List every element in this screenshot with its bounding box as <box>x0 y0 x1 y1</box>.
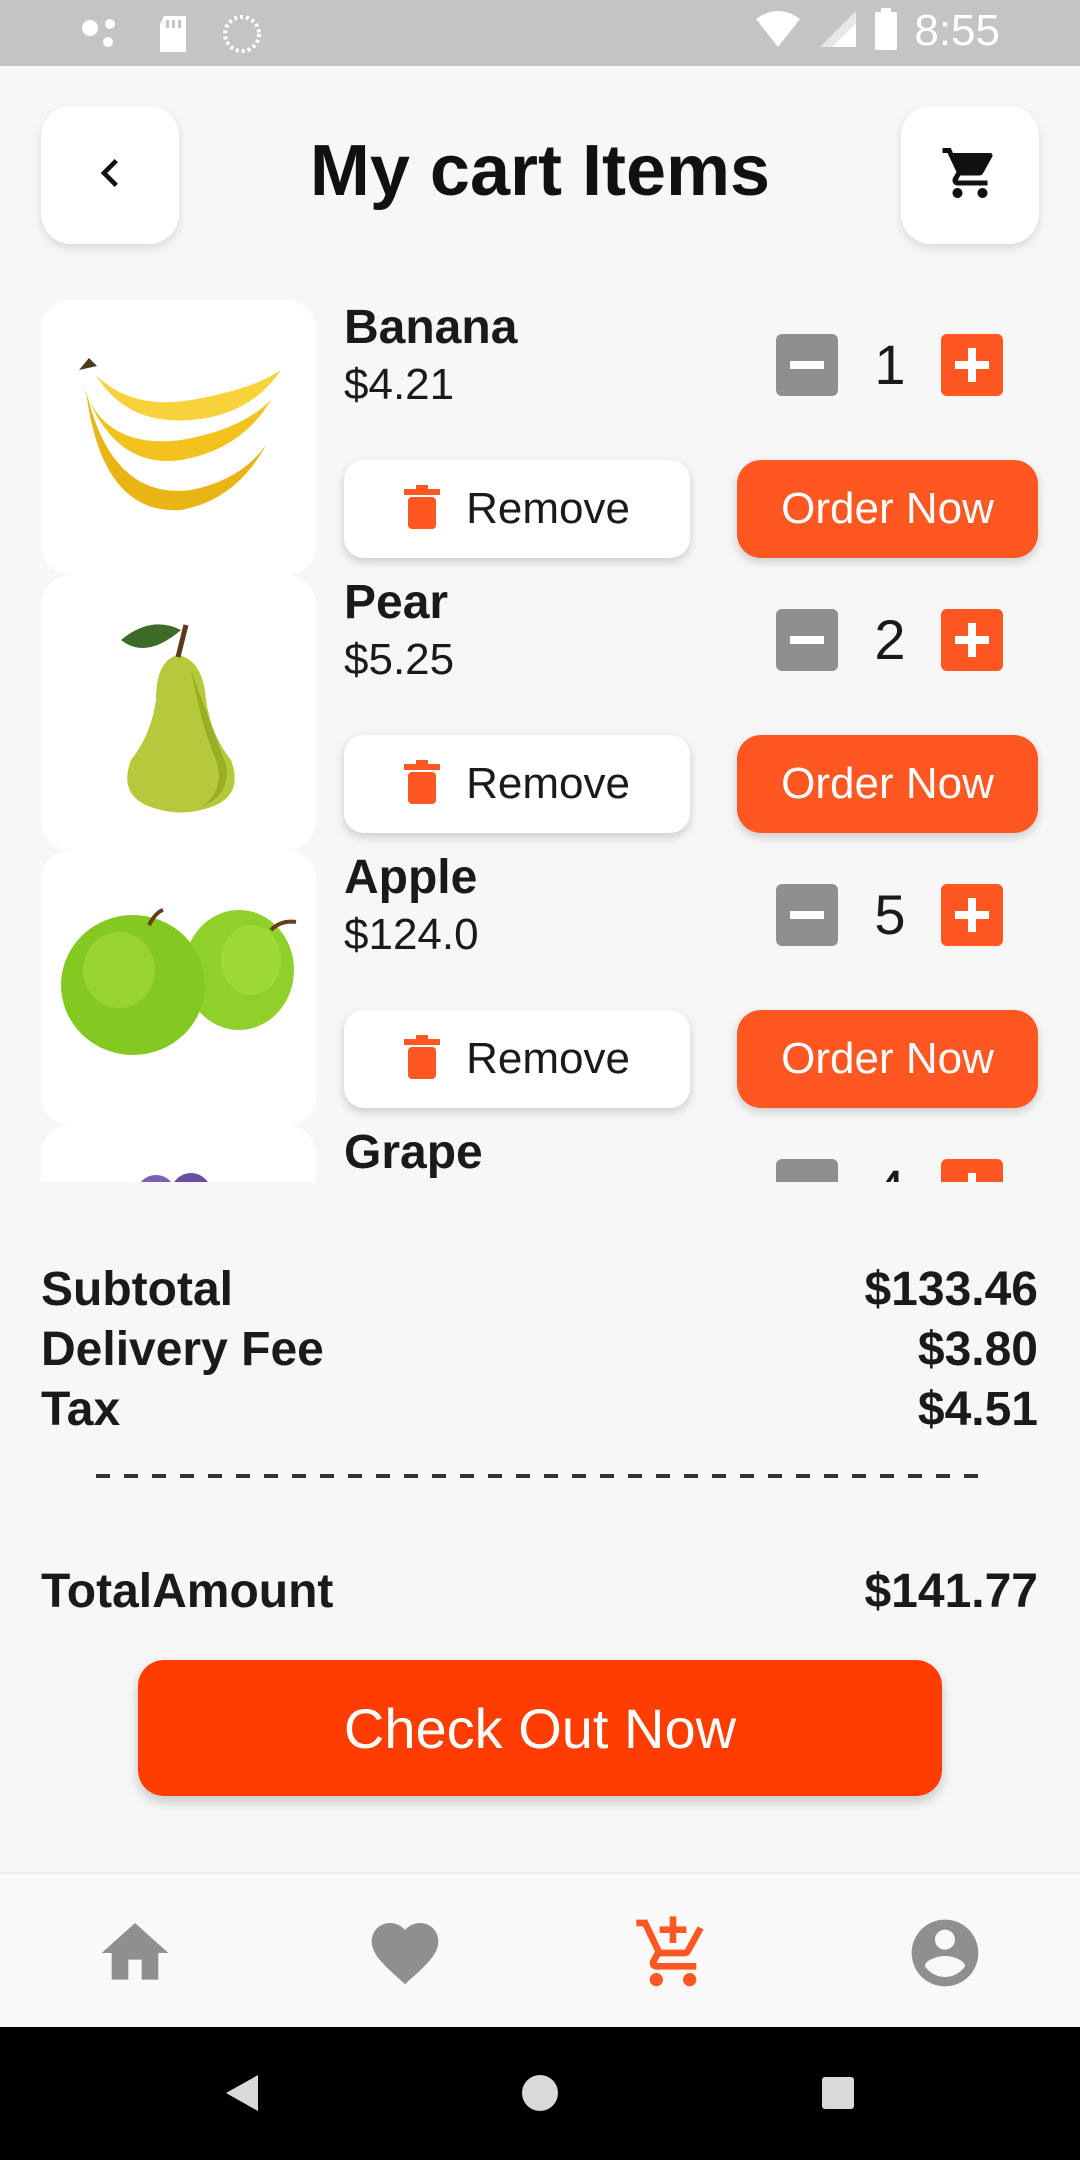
cart-item-apple: Apple $124.0 5 Remove Order Now <box>0 846 1080 1125</box>
notification-dots-icon <box>80 16 124 57</box>
quantity-value: 2 <box>874 608 906 671</box>
item-price: $124.0 <box>344 910 479 959</box>
subtotal-label: Subtotal <box>41 1263 233 1316</box>
total-row: TotalAmount $141.77 <box>41 1564 1038 1624</box>
item-name: Banana <box>344 301 518 354</box>
wifi-icon <box>754 9 802 54</box>
quantity-value: 5 <box>874 883 906 946</box>
tax-label: Tax <box>41 1383 121 1436</box>
item-name: Pear <box>344 576 449 629</box>
nav-home[interactable] <box>90 1910 180 2000</box>
quantity-value: 4 <box>850 1157 930 1182</box>
increase-quantity-button[interactable] <box>941 334 1003 396</box>
bottom-navigation <box>0 1872 1080 2027</box>
apple-image <box>41 850 316 1125</box>
circle-home-icon <box>520 2073 560 2118</box>
account-icon <box>905 1913 985 1998</box>
trash-icon <box>404 484 441 534</box>
subtotal-value: $133.46 <box>864 1263 1038 1316</box>
total-label: TotalAmount <box>41 1565 334 1618</box>
delivery-fee-row: Delivery Fee $3.80 <box>41 1322 1038 1382</box>
subtotal-row: Subtotal $133.46 <box>41 1262 1038 1322</box>
cart-list[interactable]: Banana $4.21 1 Remove Order Now Pear $5.… <box>0 296 1080 1182</box>
status-bar: 8:55 <box>0 0 1080 66</box>
nav-profile[interactable] <box>900 1910 990 2000</box>
checkout-button[interactable]: Check Out Now <box>138 1660 942 1796</box>
remove-label: Remove <box>466 759 630 808</box>
home-icon <box>95 1913 175 1998</box>
header: My cart Items <box>0 104 1080 244</box>
remove-button[interactable]: Remove <box>344 1010 690 1108</box>
grape-image <box>41 1125 316 1182</box>
order-now-button[interactable]: Order Now <box>737 460 1038 558</box>
delivery-fee-label: Delivery Fee <box>41 1323 324 1376</box>
summary-divider <box>96 1474 984 1478</box>
item-price: $5.25 <box>344 635 455 684</box>
item-price: $4.21 <box>344 360 455 409</box>
order-now-label: Order Now <box>781 484 994 533</box>
increase-quantity-button[interactable] <box>941 884 1003 946</box>
loading-icon <box>222 14 262 59</box>
sd-card-icon <box>156 14 190 59</box>
cart-item-pear: Pear $5.25 2 Remove Order Now <box>0 571 1080 850</box>
checkout-label: Check Out Now <box>343 1696 737 1760</box>
banana-image <box>41 300 316 575</box>
nav-favorites[interactable] <box>360 1910 450 2000</box>
remove-label: Remove <box>466 1034 630 1083</box>
order-now-label: Order Now <box>781 1034 994 1083</box>
cart-item-banana: Banana $4.21 1 Remove Order Now <box>0 296 1080 575</box>
battery-icon <box>874 7 898 55</box>
decrease-quantity-button[interactable] <box>776 884 838 946</box>
system-recents-button[interactable] <box>810 2067 866 2123</box>
tax-value: $4.51 <box>917 1383 1038 1436</box>
increase-quantity-button[interactable] <box>941 609 1003 671</box>
system-navigation-bar <box>0 2027 1080 2160</box>
order-now-label: Order Now <box>781 759 994 808</box>
triangle-back-icon <box>222 2071 262 2120</box>
cart-icon <box>940 143 1000 208</box>
increase-quantity-button[interactable] <box>941 1159 1003 1182</box>
heart-icon <box>365 1913 445 1998</box>
cart-button[interactable] <box>901 106 1039 244</box>
item-name: Grape <box>344 1126 483 1179</box>
remove-label: Remove <box>466 484 630 533</box>
decrease-quantity-button[interactable] <box>776 334 838 396</box>
square-recents-icon <box>820 2075 856 2116</box>
quantity-value: 1 <box>874 333 906 396</box>
trash-icon <box>404 1034 441 1084</box>
item-name: Apple <box>344 851 478 904</box>
cart-item-grape: Grape 4 <box>0 1121 1080 1182</box>
add-cart-icon <box>633 1913 713 1998</box>
pear-image <box>41 575 316 850</box>
signal-icon <box>818 9 858 54</box>
status-time: 8:55 <box>914 6 1000 55</box>
decrease-quantity-button[interactable] <box>776 1159 838 1182</box>
trash-icon <box>404 759 441 809</box>
system-home-button[interactable] <box>512 2067 568 2123</box>
decrease-quantity-button[interactable] <box>776 609 838 671</box>
total-value: $141.77 <box>864 1565 1038 1618</box>
order-now-button[interactable]: Order Now <box>737 735 1038 833</box>
system-back-button[interactable] <box>214 2067 270 2123</box>
remove-button[interactable]: Remove <box>344 460 690 558</box>
order-now-button[interactable]: Order Now <box>737 1010 1038 1108</box>
nav-cart[interactable] <box>628 1910 718 2000</box>
tax-row: Tax $4.51 <box>41 1382 1038 1442</box>
remove-button[interactable]: Remove <box>344 735 690 833</box>
delivery-fee-value: $3.80 <box>917 1323 1038 1376</box>
